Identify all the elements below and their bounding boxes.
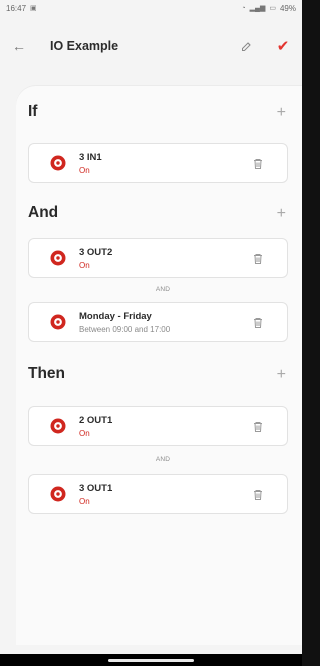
back-arrow-icon[interactable]: ← bbox=[10, 37, 28, 55]
status-time: 16:47 bbox=[6, 3, 27, 13]
edit-icon-svg bbox=[242, 42, 251, 51]
then-item-card[interactable]: 3 OUT1 On bbox=[28, 474, 288, 514]
app-screen: 16:47 ▣ ◔ ▂▄▆ ▭ 49% ← IO Example ✔ If + bbox=[0, 0, 302, 666]
then-item-subtitle: On bbox=[79, 496, 90, 506]
and-item-subtitle: Between 09:00 and 17:00 bbox=[79, 324, 171, 334]
trash-icon[interactable] bbox=[251, 251, 265, 267]
trash-icon-svg bbox=[254, 490, 262, 500]
page-title: IO Example bbox=[50, 39, 119, 53]
status-left: 16:47 ▣ bbox=[6, 4, 37, 13]
trash-icon[interactable] bbox=[251, 419, 265, 435]
and-item-card[interactable]: 3 OUT2 On bbox=[28, 238, 288, 278]
app-bar: ← IO Example ✔ bbox=[0, 26, 302, 66]
then-and-separator: AND bbox=[155, 456, 171, 463]
and-item-card[interactable]: Monday - Friday Between 09:00 and 17:00 bbox=[28, 302, 288, 342]
io-icon bbox=[45, 309, 71, 335]
confirm-checkmark-icon[interactable]: ✔ bbox=[274, 37, 292, 55]
then-item-texts: 2 OUT1 On bbox=[79, 415, 112, 438]
if-item-card[interactable]: 3 IN1 On bbox=[28, 143, 288, 183]
and-item-subtitle: On bbox=[79, 260, 90, 270]
trash-icon[interactable] bbox=[251, 315, 265, 331]
trash-icon-svg bbox=[254, 318, 262, 328]
add-then-button[interactable]: + bbox=[277, 366, 286, 384]
then-item-texts: 3 OUT1 On bbox=[79, 483, 112, 506]
io-icon-svg bbox=[50, 250, 66, 266]
trash-icon-svg bbox=[254, 159, 262, 169]
io-icon-svg bbox=[50, 418, 66, 434]
status-right: ◔ ▂▄▆ ▭ 49% bbox=[241, 4, 296, 13]
system-navigation-bar bbox=[0, 654, 302, 666]
and-item-title: 3 OUT2 bbox=[79, 246, 113, 258]
io-icon-svg bbox=[50, 486, 66, 502]
signal-icon: ▂▄▆ bbox=[249, 5, 266, 12]
section-then-title: Then bbox=[28, 365, 66, 382]
if-item-title: 3 IN1 bbox=[79, 151, 102, 163]
if-item-subtitle: On bbox=[79, 165, 90, 175]
trash-icon-svg bbox=[254, 254, 262, 264]
io-icon bbox=[45, 245, 71, 271]
io-icon-svg bbox=[50, 155, 66, 171]
and-separator: AND bbox=[155, 286, 171, 293]
io-icon bbox=[45, 481, 71, 507]
then-item-card[interactable]: 2 OUT1 On bbox=[28, 406, 288, 446]
trash-icon[interactable] bbox=[251, 156, 265, 172]
trash-icon-svg bbox=[254, 422, 262, 432]
and-item-texts: Monday - Friday Between 09:00 and 17:00 bbox=[79, 311, 170, 334]
then-item-title: 2 OUT1 bbox=[79, 414, 113, 426]
home-indicator[interactable] bbox=[108, 658, 194, 662]
wifi-icon: ◔ bbox=[241, 4, 246, 12]
io-icon bbox=[45, 413, 71, 439]
and-item-title: Monday - Friday bbox=[79, 310, 152, 322]
add-and-button[interactable]: + bbox=[277, 205, 286, 223]
battery-percentage: 49% bbox=[279, 3, 296, 13]
battery-icon: ▭ bbox=[269, 5, 276, 12]
status-notification-icon: ▣ bbox=[30, 5, 37, 12]
trash-icon[interactable] bbox=[251, 487, 265, 503]
edit-icon[interactable] bbox=[238, 37, 256, 55]
and-item-texts: 3 OUT2 On bbox=[79, 247, 112, 270]
io-icon-svg bbox=[50, 314, 66, 330]
then-item-title: 3 OUT1 bbox=[79, 482, 113, 494]
section-if-title: If bbox=[28, 103, 38, 120]
section-and-title: And bbox=[28, 204, 59, 221]
io-icon bbox=[45, 150, 71, 176]
if-item-texts: 3 IN1 On bbox=[79, 152, 102, 175]
then-item-subtitle: On bbox=[79, 428, 90, 438]
status-bar: 16:47 ▣ ◔ ▂▄▆ ▭ 49% bbox=[0, 0, 302, 16]
add-if-button[interactable]: + bbox=[277, 104, 286, 122]
